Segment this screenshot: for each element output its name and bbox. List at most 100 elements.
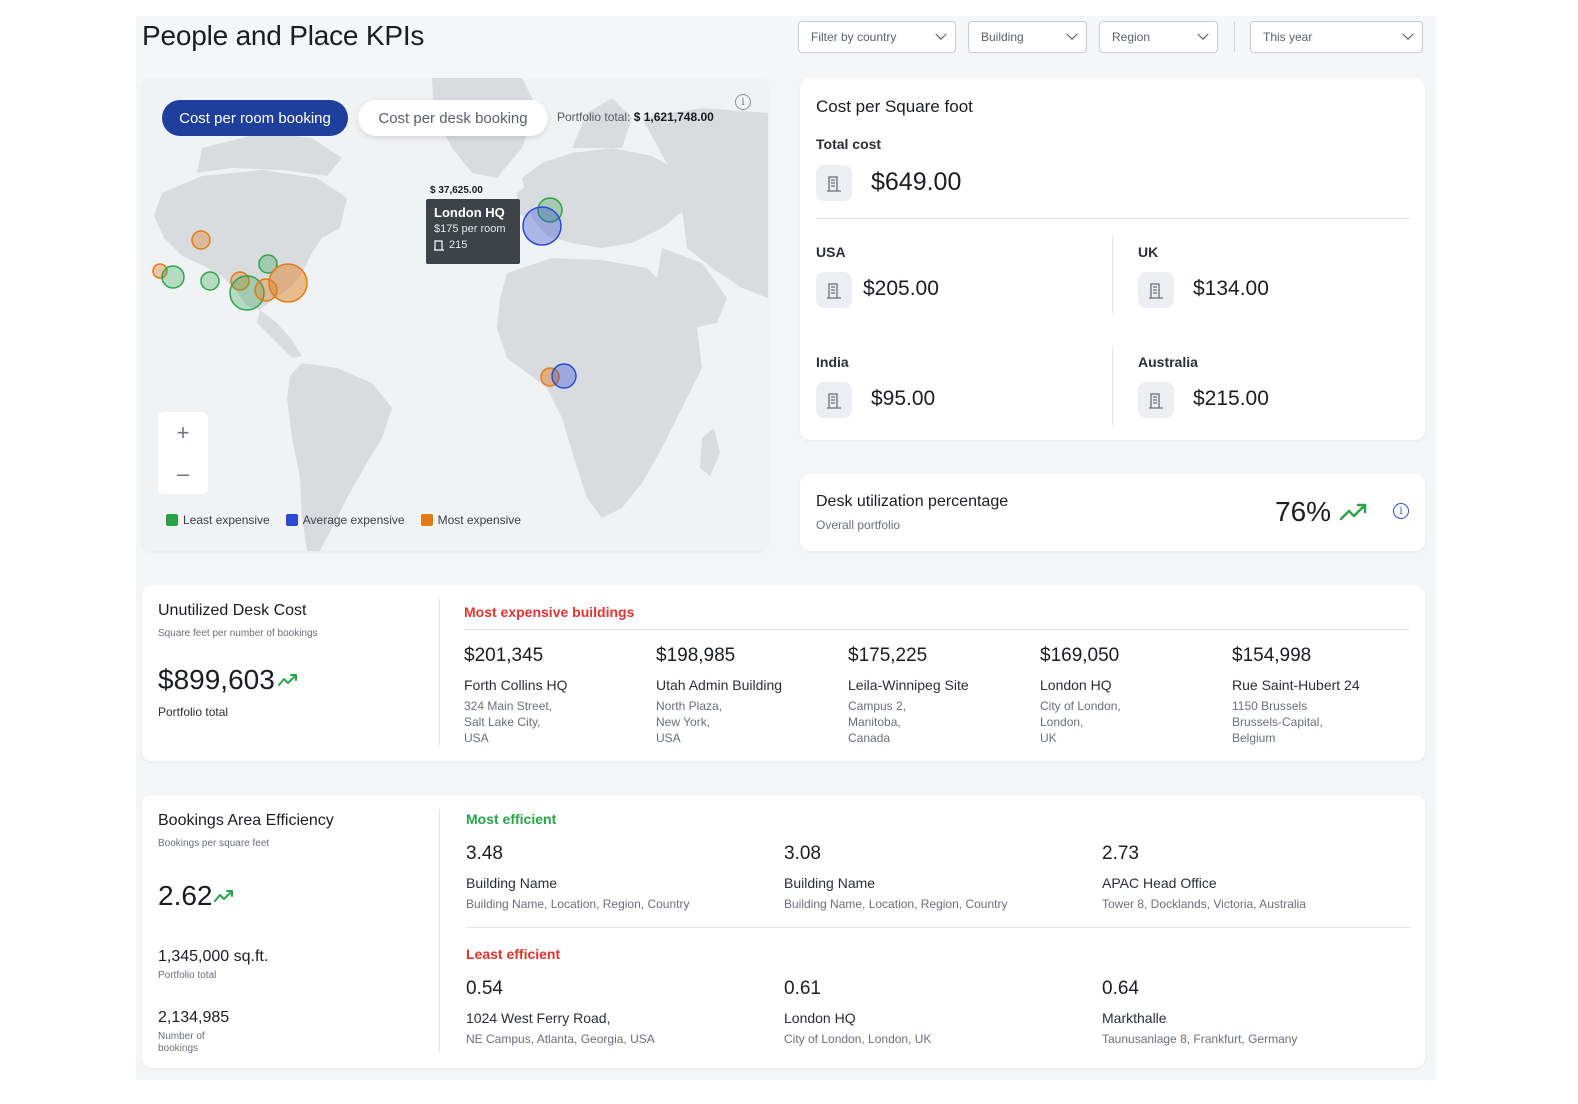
most-efficient-item[interactable]: 3.08 Building Name Building Name, Locati…	[784, 843, 1084, 912]
efficiency-score: 0.61	[784, 978, 821, 999]
building-name: Forth Collins HQ	[464, 677, 568, 693]
building-address-line: New York,	[656, 715, 711, 729]
building-address-line: Salt Lake City,	[464, 715, 541, 729]
unutilized-desk-cost-card: Unutilized Desk Cost Square feet per num…	[142, 585, 1425, 761]
divider	[439, 809, 440, 1053]
area-value: 1,345,000 sq.ft.	[158, 948, 269, 965]
chevron-down-icon	[1197, 28, 1209, 40]
region-filter[interactable]: Region	[1099, 21, 1218, 53]
least-efficient-item[interactable]: 0.61 London HQ City of London, London, U…	[784, 978, 1084, 1047]
zoom-out-button[interactable]: –	[158, 453, 208, 494]
tooltip-rate: $175 per room	[434, 223, 506, 235]
period-filter[interactable]: This year	[1250, 21, 1423, 53]
unutilized-subtitle: Square feet per number of bookings	[158, 628, 318, 639]
least-efficient-label: Least efficient	[466, 946, 561, 962]
building-address: City of London, London, UK	[784, 1032, 932, 1046]
building-icon	[816, 165, 852, 201]
chevron-down-icon	[1402, 28, 1414, 40]
building-address-line: Manitoba,	[848, 715, 901, 729]
country-label-uk: UK	[1138, 244, 1159, 260]
building-address-line: Brussels-Capital,	[1232, 715, 1323, 729]
building-name: Markthalle	[1102, 1010, 1167, 1026]
bookings-caption-line: Number of	[158, 1031, 205, 1042]
least-efficient-item[interactable]: 0.64 Markthalle Taunusanlage 8, Frankfur…	[1102, 978, 1402, 1047]
building-address-line: Canada	[848, 731, 891, 745]
expensive-building-item[interactable]: $175,225 Leila-Winnipeg Site Campus 2, M…	[848, 645, 1028, 746]
efficiency-title: Bookings Area Efficiency	[158, 812, 334, 829]
country-value-australia: $215.00	[1193, 387, 1269, 410]
expensive-building-item[interactable]: $154,998 Rue Saint-Hubert 24 1150 Brusse…	[1232, 645, 1412, 746]
map-legend: Least expensive Average expensive Most e…	[166, 513, 521, 527]
efficiency-score: 0.64	[1102, 978, 1139, 999]
building-address-line: North Plaza,	[656, 699, 723, 713]
expensive-building-item[interactable]: $198,985 Utah Admin Building North Plaza…	[656, 645, 836, 746]
legend-swatch-orange	[420, 514, 433, 526]
unutilized-caption: Portfolio total	[158, 705, 229, 719]
building-address-line: Campus 2,	[848, 699, 907, 713]
trend-up-icon	[214, 890, 233, 902]
tab-cost-per-desk[interactable]: Cost per desk booking	[358, 100, 548, 136]
world-map[interactable]	[142, 78, 768, 551]
building-name: Utah Admin Building	[656, 677, 783, 693]
divider	[816, 218, 1410, 219]
building-address-line: USA	[656, 731, 681, 745]
building-address: Building Name, Location, Region, Country	[784, 897, 1008, 911]
legend-label: Most expensive	[437, 513, 521, 527]
unutilized-title: Unutilized Desk Cost	[158, 602, 307, 619]
tooltip-building-name: London HQ	[434, 205, 505, 220]
efficiency-score: 3.48	[466, 843, 503, 864]
portfolio-total-label: Portfolio total:	[557, 110, 631, 124]
area-caption: Portfolio total	[158, 970, 217, 981]
most-efficient-item[interactable]: 3.48 Building Name Building Name, Locati…	[466, 843, 766, 912]
building-cost: $198,985	[656, 645, 736, 666]
trend-up-icon	[278, 674, 297, 686]
building-name: Building Name	[466, 875, 558, 891]
tab-cost-per-room[interactable]: Cost per room booking	[162, 100, 348, 136]
building-cost: $175,225	[848, 645, 928, 666]
expensive-building-item[interactable]: $169,050 London HQ City of London, Londo…	[1040, 645, 1220, 746]
zoom-in-button[interactable]: +	[158, 412, 208, 453]
country-value-usa: $205.00	[863, 277, 939, 300]
total-cost-label: Total cost	[816, 136, 882, 152]
least-efficient-item[interactable]: 0.54 1024 West Ferry Road, NE Campus, At…	[466, 978, 766, 1047]
building-address-line: 324 Main Street,	[464, 699, 553, 713]
legend-swatch-green	[166, 514, 178, 526]
most-efficient-item[interactable]: 2.73 APAC Head Office Tower 8, Docklands…	[1102, 843, 1402, 912]
building-filter[interactable]: Building	[968, 21, 1087, 53]
bookings-caption: Number of bookings	[158, 1031, 205, 1055]
period-filter-label: This year	[1263, 30, 1313, 44]
country-label-australia: Australia	[1138, 354, 1198, 370]
building-name: Rue Saint-Hubert 24	[1232, 677, 1360, 693]
desk-util-title: Desk utilization percentage	[816, 493, 1009, 510]
building-address-line: USA	[464, 731, 489, 745]
country-filter[interactable]: Filter by country	[798, 21, 956, 53]
desk-utilization-card: Desk utilization percentage Overall port…	[800, 474, 1425, 551]
building-cost: $154,998	[1232, 645, 1312, 666]
info-icon[interactable]: i	[735, 94, 751, 110]
page-title: People and Place KPIs	[142, 20, 425, 51]
building-icon	[816, 272, 852, 308]
country-value-uk: $134.00	[1193, 277, 1269, 300]
building-cost: $201,345	[464, 645, 544, 666]
building-name: 1024 West Ferry Road,	[466, 1010, 611, 1026]
divider	[464, 629, 1409, 630]
expensive-building-item[interactable]: $201,345 Forth Collins HQ 324 Main Stree…	[464, 645, 644, 746]
efficiency-score: 0.54	[466, 978, 503, 999]
zoom-controls: + –	[158, 412, 208, 494]
cost-map-card: Cost per room booking Cost per desk book…	[142, 78, 768, 551]
portfolio-total: Portfolio total: $ 1,621,748.00	[557, 110, 714, 124]
filter-divider	[1234, 22, 1235, 52]
bookings-caption-line: bookings	[158, 1043, 199, 1054]
divider	[466, 927, 1411, 928]
chevron-down-icon	[1066, 28, 1078, 40]
most-efficient-label: Most efficient	[466, 811, 557, 827]
building-icon	[816, 382, 852, 418]
region-filter-label: Region	[1112, 30, 1151, 44]
efficiency-score: 3.08	[784, 843, 821, 864]
country-value-india: $95.00	[871, 387, 936, 410]
legend-label: Least expensive	[183, 513, 270, 527]
efficiency-subtitle: Bookings per square feet	[158, 838, 270, 849]
divider	[439, 599, 440, 745]
info-icon[interactable]: i	[1393, 503, 1409, 519]
building-address-line: Belgium	[1232, 731, 1276, 745]
